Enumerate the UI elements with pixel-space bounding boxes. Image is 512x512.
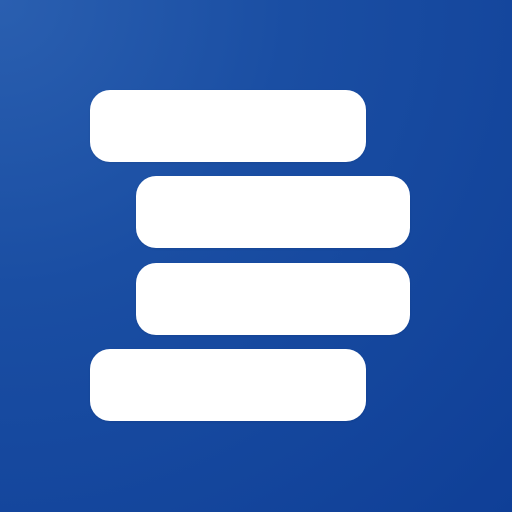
logo-bar-upper-middle	[136, 176, 410, 248]
logo-bar-lower-middle	[136, 263, 410, 335]
app-icon	[0, 0, 512, 512]
logo-bar-bottom	[90, 349, 366, 421]
logo-bar-top	[90, 90, 366, 162]
